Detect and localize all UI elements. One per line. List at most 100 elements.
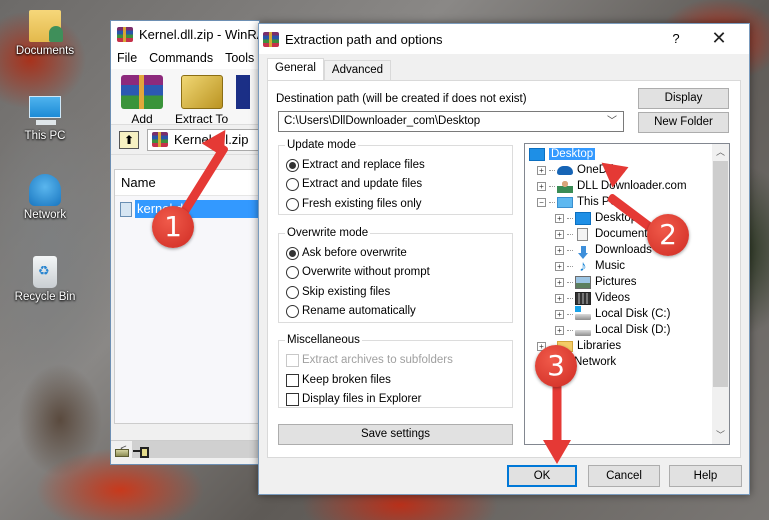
radio-rename-automatically[interactable]: Rename automatically <box>286 303 416 319</box>
expand-icon[interactable]: + <box>537 341 546 351</box>
tree-node[interactable]: + DLL Downloader.com <box>537 178 687 194</box>
tree-node[interactable]: − This PC <box>537 194 618 210</box>
display-button[interactable]: Display <box>638 88 729 109</box>
radio-skip-existing[interactable]: Skip existing files <box>286 284 390 300</box>
scroll-up-icon[interactable]: ︿ <box>712 144 729 161</box>
destination-path-combobox[interactable]: C:\Users\DllDownloader_com\Desktop ﹀ <box>278 111 624 132</box>
radio-button-checked[interactable] <box>286 158 299 172</box>
libraries-icon <box>557 340 573 352</box>
save-settings-button[interactable]: Save settings <box>278 424 513 445</box>
tree-node[interactable]: + Local Disk (D:) <box>555 322 670 338</box>
help-icon[interactable]: ? <box>669 31 683 46</box>
radio-button-checked[interactable] <box>286 246 299 260</box>
tree-node-label: Libraries <box>577 340 622 352</box>
radio-button[interactable] <box>286 304 299 318</box>
chevron-down-icon[interactable]: ﹀ <box>607 112 617 131</box>
close-icon[interactable]: ✕ <box>699 27 739 51</box>
miscellaneous-legend: Miscellaneous <box>287 334 360 346</box>
tree-node[interactable]: + ♪ Music <box>555 258 625 274</box>
desktop-icon-this-pc[interactable]: This PC <box>4 92 86 142</box>
menu-commands[interactable]: Commands <box>149 51 213 65</box>
expand-icon[interactable]: + <box>555 277 564 287</box>
radio-fresh-existing[interactable]: Fresh existing files only <box>286 196 422 212</box>
up-arrow-icon: ⬆ <box>123 132 135 147</box>
drive-icon <box>115 448 129 457</box>
tree-connector <box>549 345 555 347</box>
desktop-icon-documents[interactable]: Documents <box>4 10 86 57</box>
help-button[interactable]: Help <box>669 465 742 487</box>
column-header-label: Name <box>121 175 156 190</box>
local-disk-c-icon <box>575 306 591 320</box>
radio-overwrite-without-prompt[interactable]: Overwrite without prompt <box>286 264 430 280</box>
folder-tree[interactable]: Desktop + OneDrive + DLL Downloader.com − This… <box>524 143 730 445</box>
radio-ask-before-overwrite[interactable]: Ask before overwrite <box>286 245 407 261</box>
tree-node[interactable]: + OneDrive <box>537 162 626 178</box>
checkbox[interactable] <box>286 373 299 387</box>
tree-node[interactable]: + Network <box>537 354 616 370</box>
tab-advanced[interactable]: Advanced <box>323 60 392 80</box>
tree-node[interactable]: + Pictures <box>555 274 637 290</box>
tree-connector <box>549 201 555 203</box>
desktop-icon-recycle-bin[interactable]: Recycle Bin <box>4 256 86 303</box>
expand-icon[interactable]: + <box>555 325 564 335</box>
tree-connector <box>567 281 573 283</box>
tree-node[interactable]: + Libraries <box>537 338 621 354</box>
tree-node[interactable]: + Videos <box>555 290 630 306</box>
new-folder-button[interactable]: New Folder <box>638 112 729 133</box>
tree-node-label: OneDrive <box>577 164 626 176</box>
winrar-menu-bar: File Commands Tools <box>111 47 259 69</box>
winrar-title-bar[interactable]: Kernel.dll.zip - WinRAR <box>111 21 259 47</box>
menu-file[interactable]: File <box>117 51 137 65</box>
scroll-down-icon[interactable]: ﹀ <box>712 427 729 444</box>
file-list-row[interactable]: kernel.dll <box>115 200 258 218</box>
extract-to-button-label: Extract To <box>175 112 229 126</box>
expand-icon[interactable]: + <box>537 357 546 367</box>
add-button[interactable]: Add <box>121 75 163 126</box>
expand-icon[interactable]: + <box>555 309 564 319</box>
update-mode-group: Update mode Extract and replace files Ex… <box>278 139 513 215</box>
tree-node[interactable]: Desktop <box>529 146 596 162</box>
radio-extract-update[interactable]: Extract and update files <box>286 176 422 192</box>
checkbox-display-in-explorer[interactable]: Display files in Explorer <box>286 391 422 407</box>
tree-node[interactable]: + Local Disk (C:) <box>555 306 670 322</box>
desktop-icon-network[interactable]: Network <box>4 174 86 221</box>
checkbox-keep-broken-files[interactable]: Keep broken files <box>286 372 391 388</box>
radio-extract-replace[interactable]: Extract and replace files <box>286 157 425 173</box>
desktop-icon-label: This PC <box>24 130 66 142</box>
winrar-address-bar: ⬆ Kernel.dll.zip <box>111 125 259 155</box>
test-button[interactable] <box>236 75 251 112</box>
menu-tools[interactable]: Tools <box>225 51 254 65</box>
tree-node[interactable]: + Desktop <box>555 210 637 226</box>
expand-icon[interactable]: + <box>555 245 564 255</box>
radio-button[interactable] <box>286 265 299 279</box>
tree-connector <box>567 313 573 315</box>
radio-button[interactable] <box>286 197 299 211</box>
expand-icon[interactable]: + <box>555 229 564 239</box>
extract-to-button[interactable]: Extract To <box>175 75 228 126</box>
expand-icon[interactable]: + <box>555 293 564 303</box>
dialog-title-bar[interactable]: Extraction path and options ? ✕ <box>259 24 749 54</box>
ok-button[interactable]: OK <box>507 465 577 487</box>
cancel-button[interactable]: Cancel <box>588 465 660 487</box>
expand-icon[interactable]: + <box>555 261 564 271</box>
tab-general[interactable]: General <box>267 58 324 80</box>
tree-vertical-scrollbar[interactable]: ︿ ﹀ <box>712 144 729 444</box>
tree-connector <box>567 297 573 299</box>
radio-button[interactable] <box>286 285 299 299</box>
tree-node[interactable]: + Downloads <box>555 242 652 259</box>
expand-icon[interactable]: + <box>537 165 546 175</box>
up-one-level-button[interactable]: ⬆ <box>119 130 139 149</box>
archive-path-field[interactable]: Kernel.dll.zip <box>147 128 259 151</box>
scrollbar-thumb[interactable] <box>713 161 728 387</box>
expand-icon[interactable]: + <box>555 213 564 223</box>
videos-icon <box>575 291 591 305</box>
tree-node[interactable]: + Documents <box>555 226 653 242</box>
radio-button[interactable] <box>286 177 299 191</box>
expand-icon[interactable]: + <box>537 181 546 191</box>
collapse-icon[interactable]: − <box>537 197 546 207</box>
checkbox[interactable] <box>286 392 299 406</box>
tree-connector <box>549 169 555 171</box>
tree-node-label: Downloads <box>595 244 652 256</box>
column-header-name[interactable]: Name <box>115 170 258 196</box>
option-label: Overwrite without prompt <box>302 266 430 278</box>
